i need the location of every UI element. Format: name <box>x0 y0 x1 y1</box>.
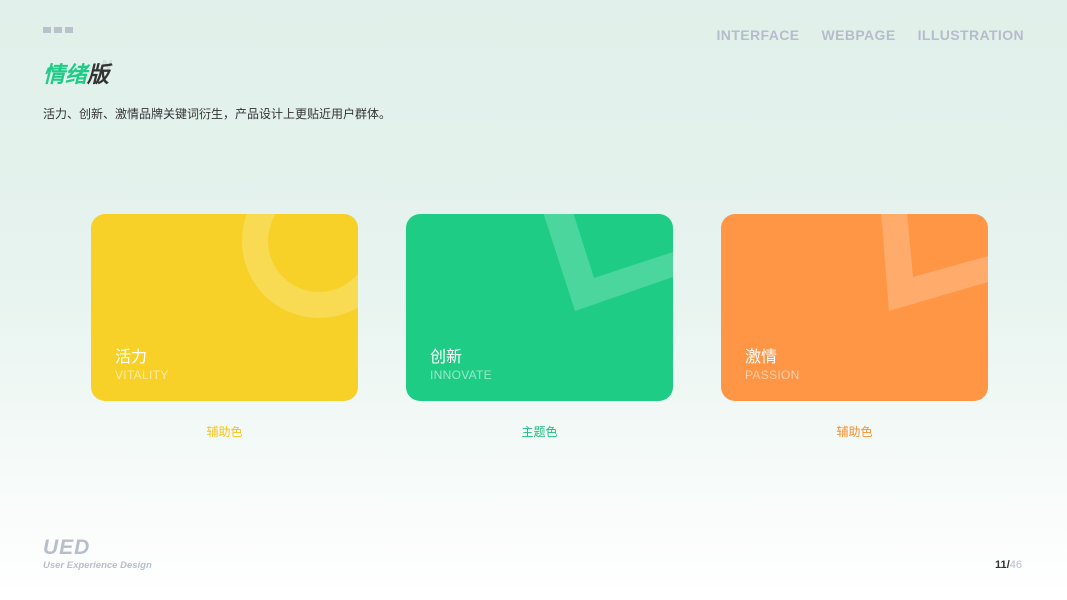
card-innovate: 创新 INNOVATE <box>406 214 673 401</box>
card-passion: 激情 PASSION <box>721 214 988 401</box>
card-subtitle: INNOVATE <box>430 368 492 382</box>
page-counter: 11/46 <box>995 559 1022 571</box>
card-subtitle: PASSION <box>745 368 800 382</box>
page-subtitle: 活力、创新、激情品牌关键词衍生，产品设计上更贴近用户群体。 <box>43 107 392 121</box>
top-nav: INTERFACE WEBPAGE ILLUSTRATION <box>717 27 1024 43</box>
page-current: 11 <box>995 559 1007 571</box>
page-title: 情绪版 <box>43 57 109 89</box>
card-vitality: 活力 VITALITY <box>91 214 358 401</box>
card-title: 激情 <box>745 347 778 366</box>
card-title: 创新 <box>430 347 463 366</box>
footer-logo: UED User Experience Design <box>43 536 152 572</box>
ued-logo: UED <box>43 536 91 559</box>
role-label-passion: 辅助色 <box>836 425 873 439</box>
role-label-vitality: 辅助色 <box>206 425 243 439</box>
header-dash-mark <box>43 27 73 33</box>
page-title-rest: 版 <box>87 63 110 88</box>
card-title: 活力 <box>115 347 148 366</box>
nav-interface[interactable]: INTERFACE <box>717 27 800 43</box>
logo-subtitle: User Experience Design <box>43 560 152 571</box>
nav-illustration[interactable]: ILLUSTRATION <box>918 27 1024 43</box>
title-block: N 情绪版 <box>43 57 112 89</box>
page-title-accent: 情绪 <box>43 63 88 88</box>
role-label-innovate: 主题色 <box>521 425 558 439</box>
card-subtitle: VITALITY <box>115 368 169 382</box>
nav-webpage[interactable]: WEBPAGE <box>821 27 895 43</box>
page-total: 46 <box>1009 559 1022 571</box>
